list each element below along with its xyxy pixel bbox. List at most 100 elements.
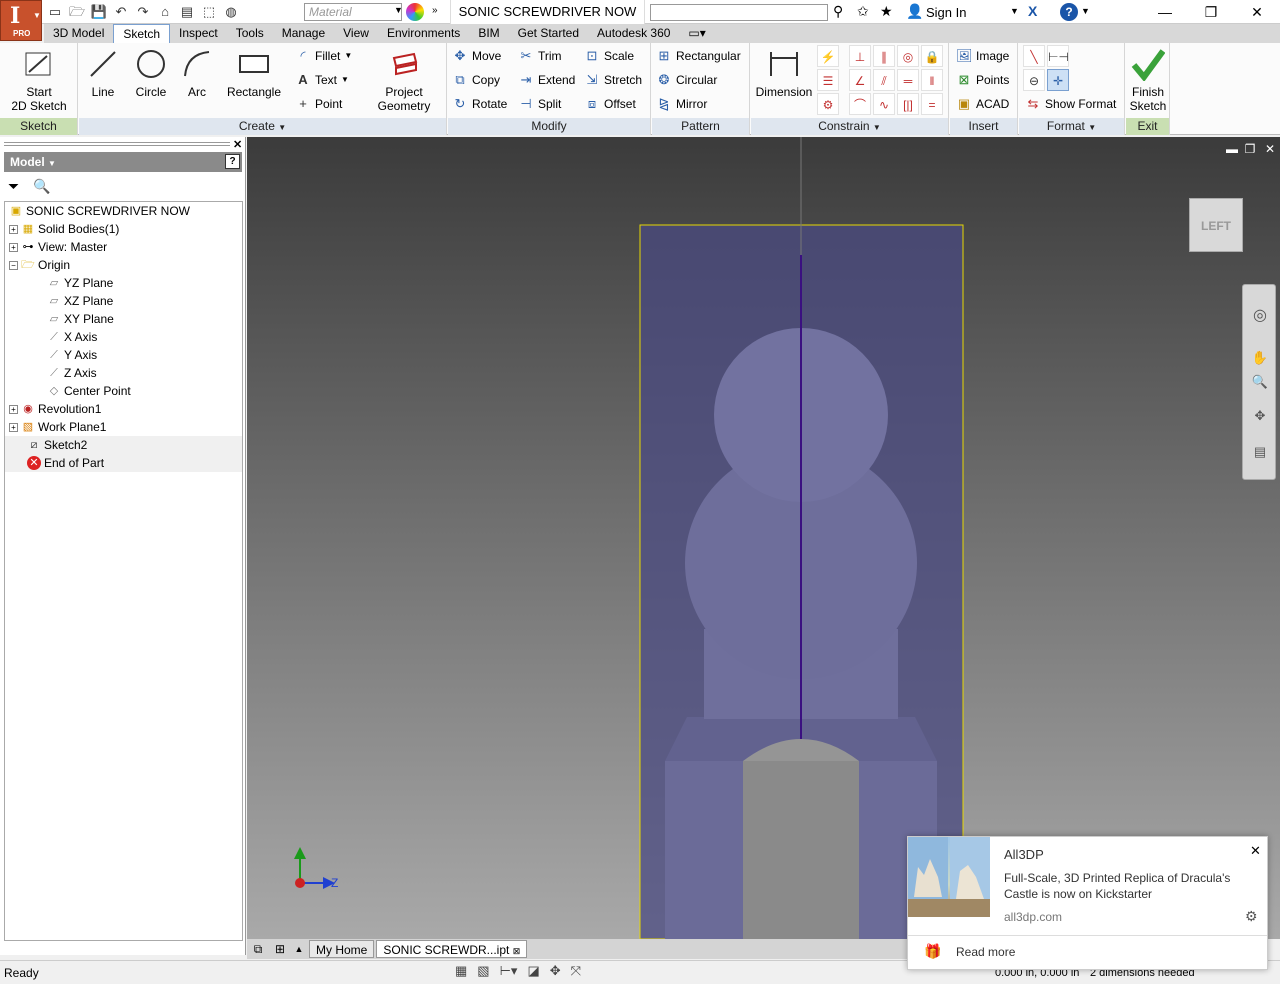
tab-list-icon[interactable]: ▲ xyxy=(291,944,307,954)
driven-dimension-icon[interactable]: ⊢⊣ xyxy=(1047,45,1069,67)
browser-close-icon[interactable]: ✕ xyxy=(233,138,242,151)
tree-item-xy-plane[interactable]: ▱ XY Plane xyxy=(47,310,114,328)
concentric-icon[interactable]: ◎ xyxy=(897,45,919,67)
relax-icon[interactable]: ⤧ xyxy=(571,963,581,979)
browser-header[interactable]: Model ▼ xyxy=(4,152,242,172)
undo-icon[interactable]: ↶ xyxy=(112,3,130,21)
tree-item-solid-bodies[interactable]: + ▦ Solid Bodies(1) xyxy=(9,220,119,238)
horizontal-icon[interactable]: ═ xyxy=(897,69,919,91)
centerline-icon[interactable]: ⊖ xyxy=(1023,69,1045,91)
chevron-down-icon[interactable]: ▼ xyxy=(1081,6,1090,16)
tab-bim[interactable]: BIM xyxy=(469,24,508,43)
find-icon[interactable]: 🔍 xyxy=(33,178,50,195)
tree-item-end-of-part[interactable]: ✕ End of Part xyxy=(5,454,242,472)
new-file-icon[interactable]: ▭ xyxy=(46,3,64,21)
offset-button[interactable]: ⧈ Offset xyxy=(584,94,636,114)
graphics-window[interactable] xyxy=(247,137,1280,939)
tree-item-y-axis[interactable]: ⟋ Y Axis xyxy=(47,346,97,364)
zoom-icon[interactable]: 🔍 xyxy=(1251,373,1269,391)
tab-autodesk-360[interactable]: Autodesk 360 xyxy=(588,24,679,43)
text-button[interactable]: A Text ▼ xyxy=(295,70,349,90)
tree-item-x-axis[interactable]: ⟋ X Axis xyxy=(47,328,97,346)
circle-button[interactable]: Circle xyxy=(129,47,173,99)
show-dimensions-icon[interactable]: ▧ xyxy=(477,963,489,979)
tab-sketch[interactable]: Sketch xyxy=(113,24,171,43)
read-more-link[interactable]: Read more xyxy=(956,945,1015,959)
constrain-panel-title[interactable]: Constrain ▼ xyxy=(751,118,948,135)
finish-sketch-button[interactable]: Finish Sketch xyxy=(1126,47,1170,113)
parallel-icon[interactable]: ∥ xyxy=(873,45,895,67)
equal-icon[interactable]: = xyxy=(921,93,943,115)
vertical-icon[interactable]: ‖ xyxy=(921,69,943,91)
project-geometry-button[interactable]: Project Geometry xyxy=(367,47,441,113)
symmetric-icon[interactable]: [|] xyxy=(897,93,919,115)
search-icon[interactable]: ⚲ xyxy=(833,3,843,20)
sign-in-link[interactable]: Sign In xyxy=(926,5,966,20)
show-constraints-icon[interactable]: ☰ xyxy=(817,69,839,91)
material-select[interactable]: Material xyxy=(304,3,402,21)
pan-icon[interactable]: ✋ xyxy=(1251,349,1269,367)
filter-icon[interactable]: ⏷ xyxy=(8,178,19,195)
steering-wheel-icon[interactable]: ◎ xyxy=(1251,307,1269,325)
tree-item-xz-plane[interactable]: ▱ XZ Plane xyxy=(47,292,114,310)
favorites-icon[interactable]: ✩ xyxy=(857,3,869,20)
insert-points-button[interactable]: ⊠ Points xyxy=(956,70,1010,90)
format-panel-title[interactable]: Format ▼ xyxy=(1019,118,1124,135)
tab-document[interactable]: SONIC SCREWDR...ipt ⊠ xyxy=(376,940,528,958)
help-search-input[interactable] xyxy=(650,4,828,21)
show-format-button[interactable]: ⇆ Show Format xyxy=(1025,94,1117,114)
appearance-icon[interactable]: ◍ xyxy=(222,3,240,21)
restore-button[interactable]: ❐ xyxy=(1188,0,1234,24)
ribbon-options-icon[interactable]: ▭▾ xyxy=(679,24,714,43)
expand-icon[interactable]: + xyxy=(9,224,18,234)
tree-item-center-point[interactable]: ◇ Center Point xyxy=(47,382,131,400)
tab-environments[interactable]: Environments xyxy=(378,24,469,43)
center-point-icon[interactable]: ✛ xyxy=(1047,69,1069,91)
move-button[interactable]: ✥ Move xyxy=(452,46,502,66)
browser-grip[interactable] xyxy=(4,142,230,146)
constraint-options-icon[interactable]: ▦ xyxy=(455,963,467,979)
copy-button[interactable]: ⧉ Copy xyxy=(452,70,500,90)
color-override-icon[interactable] xyxy=(406,3,424,21)
tree-item-yz-plane[interactable]: ▱ YZ Plane xyxy=(47,274,114,292)
sketch-panel-title[interactable]: Sketch xyxy=(0,118,77,135)
insert-acad-button[interactable]: ▣ ACAD xyxy=(956,94,1010,114)
extend-button[interactable]: ⇥ Extend xyxy=(518,70,576,90)
tree-item-part[interactable]: ▣ SONIC SCREWDRIVER NOW xyxy=(9,202,190,220)
tree-item-origin[interactable]: − 🗁 Origin xyxy=(9,256,70,274)
expand-icon[interactable]: + xyxy=(9,242,18,252)
auto-dimension-icon[interactable]: ⚡ xyxy=(817,45,839,67)
point-button[interactable]: + Point xyxy=(295,94,342,114)
tree-item-sketch2[interactable]: ⧄ Sketch2 xyxy=(5,436,242,454)
close-tab-icon[interactable]: ⊠ xyxy=(513,946,521,956)
select-icon[interactable]: ⬚ xyxy=(200,3,218,21)
scale-button[interactable]: ⊡ Scale xyxy=(584,46,634,66)
constraint-settings-icon[interactable]: ⚙ xyxy=(817,93,839,115)
tree-item-z-axis[interactable]: ⟋ Z Axis xyxy=(47,364,97,382)
create-panel-title[interactable]: Create ▼ xyxy=(79,118,446,135)
tab-tools[interactable]: Tools xyxy=(227,24,273,43)
line-button[interactable]: Line xyxy=(83,47,123,99)
smooth-icon[interactable]: ∿ xyxy=(873,93,895,115)
overflow-icon[interactable]: » xyxy=(432,5,438,16)
dimension-button[interactable]: Dimension xyxy=(753,47,815,99)
save-icon[interactable]: 💾 xyxy=(90,3,108,21)
orbit-icon[interactable]: ✥ xyxy=(1251,407,1269,425)
tab-manage[interactable]: Manage xyxy=(273,24,334,43)
home-icon[interactable]: ⌂ xyxy=(156,3,174,21)
viewport-minimize-icon[interactable]: ▬ xyxy=(1224,142,1240,156)
tree-item-revolution1[interactable]: + ◉ Revolution1 xyxy=(9,400,101,418)
open-folder-icon[interactable]: 🗁 xyxy=(68,3,86,21)
tangent-icon[interactable]: ⌒ xyxy=(849,93,871,115)
redo-icon[interactable]: ↷ xyxy=(134,3,152,21)
arrange-icon[interactable]: ⊞ xyxy=(269,942,291,956)
tab-inspect[interactable]: Inspect xyxy=(170,24,227,43)
gear-icon[interactable]: ⚙ xyxy=(1245,908,1258,925)
rotate-button[interactable]: ↻ Rotate xyxy=(452,94,508,114)
snap-icon[interactable]: ✥ xyxy=(550,963,561,979)
slice-icon[interactable]: ◪ xyxy=(527,963,539,979)
rectangular-pattern-button[interactable]: ⊞ Rectangular xyxy=(656,46,741,66)
viewcube[interactable]: LEFT xyxy=(1189,198,1243,252)
exchange-icon[interactable]: X xyxy=(1028,3,1037,19)
viewport-restore-icon[interactable]: ❐ xyxy=(1242,142,1258,156)
